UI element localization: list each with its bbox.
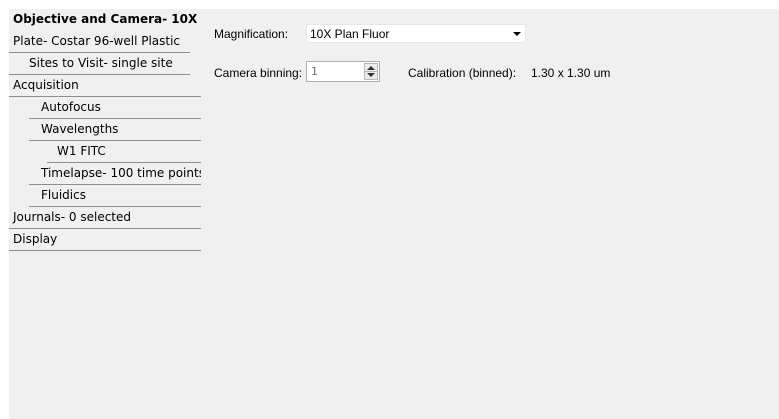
stepper-buttons [364,63,378,80]
sidebar-item-wavelengths[interactable]: Wavelengths [29,119,201,141]
sidebar-item-plate[interactable]: Plate- Costar 96-well Plastic [9,31,190,53]
sidebar-item-label: Plate- Costar 96-well Plastic [13,34,181,48]
stepper-up-icon[interactable] [367,66,375,70]
calibration-value: 1.30 x 1.30 um [531,66,611,80]
sidebar-item-label: Journals- 0 selected [13,210,132,224]
magnification-dropdown[interactable]: 10X Plan Fluor [306,24,526,43]
sidebar-item-label: Acquisition [13,78,79,92]
calibration-label: Calibration (binned): [408,66,517,80]
sidebar-item-label: Autofocus [41,100,101,114]
sidebar-item-sites[interactable]: Sites to Visit- single site [9,53,190,75]
sidebar-item-label: Sites to Visit- single site [29,56,173,70]
sidebar-item-label: Display [13,232,58,246]
sidebar-item-label: W1 FITC [57,144,106,158]
sidebar-item-fluidics[interactable]: Fluidics [29,185,201,207]
magnification-label: Magnification: [214,27,289,41]
binning-label: Camera binning: [214,66,303,80]
sidebar-item-display[interactable]: Display [9,229,201,251]
stepper-divider [365,71,377,72]
sidebar-item-label: Fluidics [41,188,86,202]
sidebar-item-w1-fitc[interactable]: W1 FITC [47,141,201,163]
magnification-value: 10X Plan Fluor [310,27,390,41]
sidebar-item-timelapse[interactable]: Timelapse- 100 time points [29,163,201,185]
binning-value: 1 [311,65,318,78]
app-frame: Objective and Camera- 10X Plan Fluor Pla… [9,9,779,419]
sidebar-item-label: Wavelengths [41,122,119,136]
sidebar-item-autofocus[interactable]: Autofocus [29,97,201,119]
sidebar-item-journals[interactable]: Journals- 0 selected [9,207,201,229]
sidebar-item-label: Objective and Camera- 10X Plan Fluor [13,12,201,26]
chevron-down-icon [513,32,521,36]
sidebar-item-label: Timelapse- 100 time points [41,166,201,180]
settings-panel: Magnification: 10X Plan Fluor Camera bin… [201,9,779,419]
sidebar-item-acquisition[interactable]: Acquisition [9,75,201,97]
stepper-down-icon[interactable] [367,73,375,77]
sidebar-nav: Objective and Camera- 10X Plan Fluor Pla… [9,9,201,419]
sidebar-item-objective-camera[interactable]: Objective and Camera- 10X Plan Fluor [9,9,201,31]
binning-stepper[interactable]: 1 [306,61,380,82]
